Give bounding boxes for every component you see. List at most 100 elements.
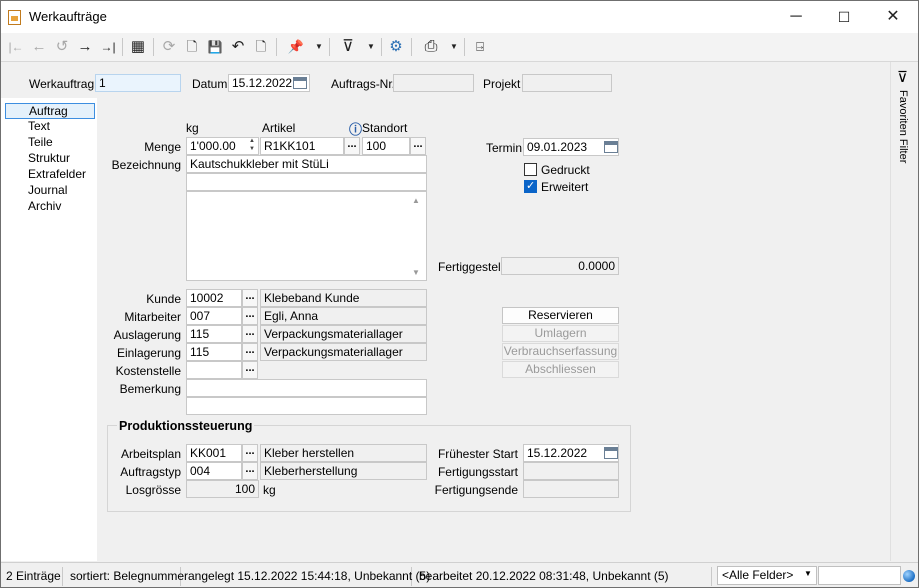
einlagerung-code-field[interactable]: 115: [186, 343, 242, 361]
bezeichnung-textarea[interactable]: [186, 191, 427, 281]
auftragstyp-name-field: Kleberherstellung: [260, 462, 427, 480]
status-count: 2 Einträge: [1, 567, 63, 586]
exit-icon[interactable]: ⍈: [469, 36, 491, 58]
artikel-lookup-button[interactable]: ...: [344, 137, 360, 155]
delete-document-icon[interactable]: 🗋: [250, 36, 272, 58]
verbrauchserfassung-button[interactable]: Verbrauchserfassung: [502, 343, 619, 360]
new-document-icon[interactable]: 🗋: [181, 36, 203, 58]
table-view-icon[interactable]: ▦: [127, 36, 149, 58]
toolbar-separator: [276, 38, 277, 56]
toolbar-separator: [381, 38, 382, 56]
previous-record-icon[interactable]: ←: [28, 36, 50, 58]
status-created: angelegt 15.12.2022 15:44:18, Unbekannt …: [183, 567, 430, 586]
history-icon[interactable]: ↺: [51, 36, 73, 58]
globe-icon[interactable]: [903, 570, 915, 582]
main-window: Werkaufträge ─ ☐ ✕ |← ← ↺ → →| ▦ ⟳ 🗋 💾 ↶…: [0, 0, 919, 588]
favoriten-filter-panel[interactable]: ⊽ Favoriten Filter: [890, 62, 918, 561]
pin-dropdown-icon[interactable]: ▼: [314, 36, 324, 58]
filter-dropdown-icon[interactable]: ▼: [366, 36, 376, 58]
menge-spinner[interactable]: ▲ ▼: [246, 137, 258, 155]
next-record-icon[interactable]: →: [74, 36, 96, 58]
bezeichnung-field[interactable]: Kautschukkleber mit StüLi: [186, 155, 427, 173]
mitarbeiter-lookup-button[interactable]: ...: [242, 307, 258, 325]
mitarbeiter-label: Mitarbeiter: [124, 310, 181, 324]
fertigungsende-label: Fertigungsende: [434, 483, 518, 497]
calendar-icon[interactable]: [604, 447, 618, 459]
menge-label: Menge: [144, 140, 181, 154]
save-icon[interactable]: 💾: [204, 36, 226, 58]
bemerkung-field-2[interactable]: [186, 397, 427, 415]
nav-item-auftrag[interactable]: Auftrag: [5, 103, 95, 119]
kunde-code-field[interactable]: 10002: [186, 289, 242, 307]
projekt-field[interactable]: [522, 74, 612, 92]
settings-icon[interactable]: ⚙: [385, 36, 407, 58]
arbeitsplan-lookup-button[interactable]: ...: [242, 444, 258, 462]
auslagerung-code-field[interactable]: 115: [186, 325, 242, 343]
artikel-header: Artikel: [262, 121, 296, 135]
kostenstelle-label: Kostenstelle: [115, 364, 181, 378]
auftragstyp-code-field[interactable]: 004: [186, 462, 242, 480]
standort-info-icon[interactable]: ⓘ: [349, 119, 362, 138]
last-record-icon[interactable]: →|: [97, 36, 119, 58]
auslagerung-name-field: Verpackungsmateriallager: [260, 325, 427, 343]
gedruckt-checkbox[interactable]: [524, 163, 537, 176]
arbeitsplan-code-field[interactable]: KK001: [186, 444, 242, 462]
reservieren-button[interactable]: Reservieren: [502, 307, 619, 324]
nav-item-journal[interactable]: Journal: [5, 183, 95, 199]
mitarbeiter-name-field: Egli, Anna: [260, 307, 427, 325]
standort-lookup-button[interactable]: ...: [410, 137, 426, 155]
abschliessen-button[interactable]: Abschliessen: [502, 361, 619, 378]
pin-icon[interactable]: 📌: [285, 36, 307, 58]
produktion-title: Produktionssteuerung: [117, 419, 255, 433]
umlagern-button[interactable]: Umlagern: [502, 325, 619, 342]
nav-item-text[interactable]: Text: [5, 119, 95, 135]
bemerkung-field[interactable]: [186, 379, 427, 397]
erweitert-label: Erweitert: [541, 180, 589, 194]
kunde-lookup-button[interactable]: ...: [242, 289, 258, 307]
filter-icon[interactable]: ⊽: [337, 36, 359, 58]
toolbar: |← ← ↺ → →| ▦ ⟳ 🗋 💾 ↶ 🗋 📌 ▼ ⊽ ▼ ⚙ ⎙ ▼ ⍈: [1, 33, 918, 62]
maximize-button[interactable]: ☐: [821, 1, 867, 33]
chevron-down-icon[interactable]: ▼: [804, 569, 812, 578]
search-input[interactable]: [818, 566, 901, 585]
toolbar-separator: [464, 38, 465, 56]
auftragsnr-field[interactable]: [393, 74, 474, 92]
scroll-up-icon[interactable]: ▲: [412, 196, 420, 205]
field-filter-select[interactable]: <Alle Felder>: [717, 566, 817, 585]
calendar-icon[interactable]: [293, 77, 307, 89]
kunde-name-field: Klebeband Kunde: [260, 289, 427, 307]
refresh-icon[interactable]: ⟳: [158, 36, 180, 58]
undo-icon[interactable]: ↶: [227, 36, 249, 58]
fertiggestellt-field: 0.0000: [501, 257, 619, 275]
filter-icon[interactable]: ⊽: [897, 68, 908, 86]
minimize-button[interactable]: ─: [773, 1, 819, 33]
nav-item-archiv[interactable]: Archiv: [5, 199, 95, 215]
app-icon: [8, 10, 21, 25]
einlagerung-label: Einlagerung: [116, 346, 181, 360]
close-button[interactable]: ✕: [870, 1, 916, 33]
kostenstelle-lookup-button[interactable]: ...: [242, 361, 258, 379]
bemerkung-label: Bemerkung: [119, 382, 181, 396]
nav-item-struktur[interactable]: Struktur: [5, 151, 95, 167]
favoriten-filter-label[interactable]: Favoriten Filter: [897, 90, 909, 163]
print-icon[interactable]: ⎙: [420, 36, 442, 58]
erweitert-checkbox[interactable]: [524, 179, 537, 193]
nav-item-extrafelder[interactable]: Extrafelder: [5, 167, 95, 183]
kostenstelle-code-field[interactable]: [186, 361, 242, 379]
auslagerung-lookup-button[interactable]: ...: [242, 325, 258, 343]
einlagerung-lookup-button[interactable]: ...: [242, 343, 258, 361]
section-nav: Auftrag Text Teile Struktur Extrafelder …: [1, 98, 97, 561]
auftragstyp-lookup-button[interactable]: ...: [242, 462, 258, 480]
first-record-icon[interactable]: |←: [5, 36, 27, 58]
window-title: Werkaufträge: [29, 9, 107, 24]
standort-field[interactable]: 100: [362, 137, 410, 155]
scroll-down-icon[interactable]: ▼: [412, 268, 420, 277]
calendar-icon[interactable]: [604, 141, 618, 153]
nav-item-teile[interactable]: Teile: [5, 135, 95, 151]
bezeichnung-field-2[interactable]: [186, 173, 427, 191]
print-dropdown-icon[interactable]: ▼: [449, 36, 459, 58]
mitarbeiter-code-field[interactable]: 007: [186, 307, 242, 325]
werkauftrag-field[interactable]: 1: [95, 74, 181, 92]
artikel-field[interactable]: R1KK101: [260, 137, 344, 155]
projekt-label: Projekt: [483, 77, 521, 91]
